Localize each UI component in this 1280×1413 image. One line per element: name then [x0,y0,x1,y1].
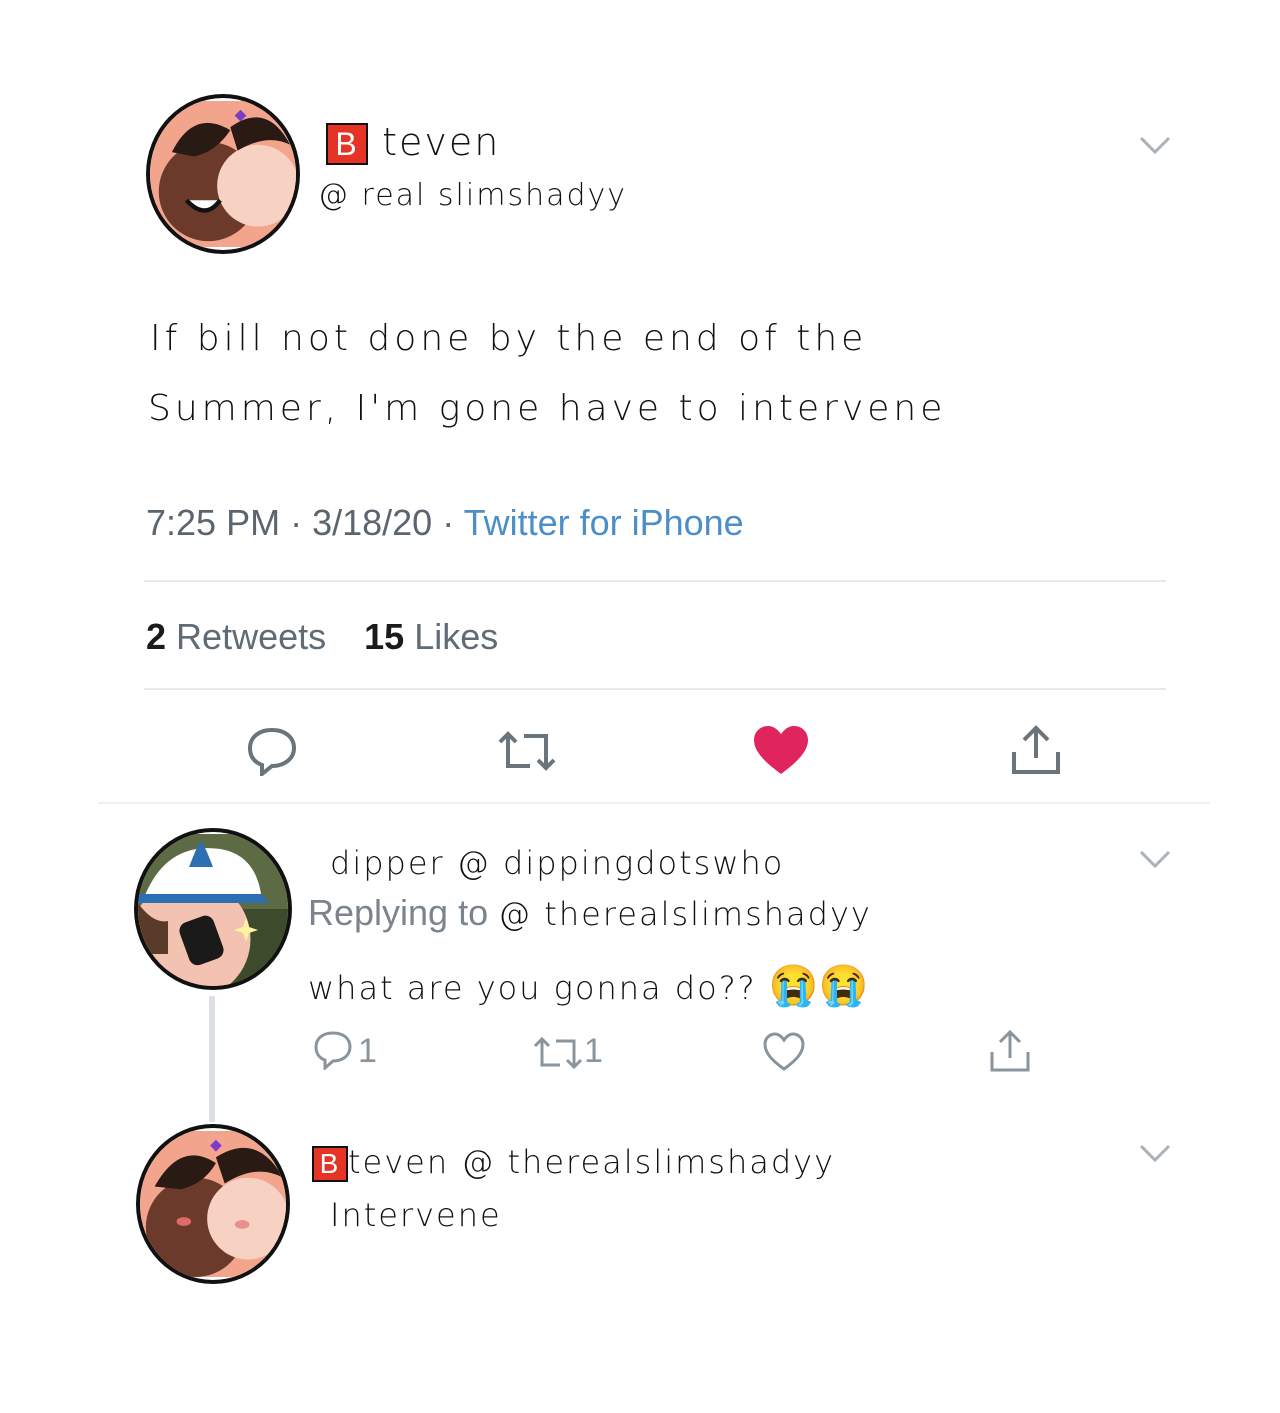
share-button[interactable] [988,1028,1032,1074]
share-icon [990,1029,1030,1072]
handle[interactable]: @ therealslimshadyy [461,1143,835,1181]
avatar[interactable] [146,94,300,254]
reply-text-body: what are you gonna do?? [308,969,757,1007]
retweet-icon [498,731,556,771]
tweet-source-link[interactable]: Twitter for iPhone [464,502,744,543]
chevron-down-icon[interactable] [1138,1142,1172,1164]
divider [98,802,1210,804]
name-badge: B [312,1146,348,1182]
likes-count: 15 [364,616,405,657]
likes-stat[interactable]: 15 Likes [364,616,498,657]
display-name[interactable]: dipper [330,844,445,882]
chevron-down-icon[interactable] [1138,848,1172,870]
crying-emoji: 😭😭 [768,963,869,1009]
reply-header: dipper @ dippingdotswho [330,844,784,882]
chevron-down-icon[interactable] [1138,134,1172,156]
divider [144,580,1166,582]
reply-text: Intervene [330,1196,502,1234]
replying-to: Replying to @ therealslimshadyy [308,892,872,934]
display-name-text: teven [382,120,501,164]
reply-button[interactable] [312,1030,354,1070]
divider [144,688,1166,690]
avatar[interactable] [136,1124,290,1284]
retweet-count: 1 [584,1032,603,1070]
retweet-icon [533,1036,583,1070]
thread-line [209,996,215,1122]
retweet-button[interactable] [496,728,558,774]
tweet-date: 3/18/20 [312,502,433,543]
replying-to-handle[interactable]: @ therealslimshadyy [498,895,872,933]
retweet-button[interactable] [532,1034,584,1072]
reply-icon [247,727,297,776]
name-badge: B [326,123,368,165]
retweets-stat[interactable]: 2 Retweets [146,616,336,657]
tweet-time: 7:25 PM [146,502,281,543]
retweets-count: 2 [146,616,167,657]
heart-icon [763,1032,805,1071]
tweet-text-line-2: Summer, I'm gone have to intervene [148,388,947,429]
heart-icon [754,726,808,774]
avatar-image [150,101,296,247]
likes-label: Likes [414,616,499,657]
like-button[interactable] [752,724,810,776]
reply-header: Bteven @ therealslimshadyy [312,1142,835,1182]
avatar-image [140,1131,286,1277]
reply-button[interactable] [246,726,298,776]
like-button[interactable] [762,1032,806,1072]
share-icon [1012,725,1060,774]
avatar[interactable] [134,828,292,990]
handle[interactable]: @ real slimshadyy [318,178,627,213]
tweet-text-line-1: If bill not done by the end of the [150,318,868,359]
replying-to-label: Replying to [308,892,489,933]
reply-count: 1 [358,1032,377,1070]
display-name[interactable]: teven [348,1143,449,1181]
meta-separator: · [290,502,313,543]
display-name[interactable]: B teven [326,120,500,165]
reply-text: what are you gonna do?? 😭😭 [308,962,868,1009]
tweet-meta: 7:25 PM · 3/18/20 · Twitter for iPhone [146,502,744,544]
meta-separator: · [442,502,464,543]
avatar-image [138,834,288,986]
handle[interactable]: @ dippingdotswho [457,844,785,882]
tweet-stats: 2 Retweets 15 Likes [146,616,498,658]
share-button[interactable] [1008,722,1064,778]
reply-icon [314,1031,352,1070]
retweets-label: Retweets [176,616,327,657]
